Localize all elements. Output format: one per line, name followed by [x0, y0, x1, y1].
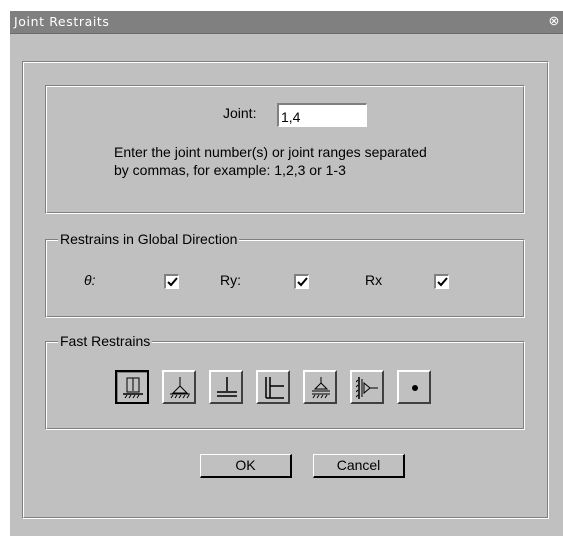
roller-support-button[interactable] [303, 370, 337, 404]
restraints-group [45, 239, 525, 318]
restraint-checkbox-theta[interactable] [164, 274, 179, 289]
checkmark-icon [167, 277, 178, 287]
fixed-base-icon [217, 377, 237, 397]
horizontal-roller-button[interactable] [350, 370, 384, 404]
joint-help-line1: Enter the joint number(s) or joint range… [114, 144, 427, 160]
ok-button[interactable]: OK [200, 454, 292, 478]
dialog-body: Joint: Enter the joint number(s) or join… [10, 34, 563, 536]
fixed-wall-icon [265, 377, 284, 399]
checkmark-icon [297, 277, 308, 287]
free-joint-icon [412, 385, 418, 391]
window-title: Joint Restraits [14, 14, 110, 29]
restraint-checkbox-ry[interactable] [294, 274, 309, 289]
restraint-label-rx: Rx [365, 272, 383, 288]
joint-restraints-dialog: Joint Restraits ⊗ Joint: Enter the joint… [8, 11, 563, 536]
free-joint-button[interactable] [397, 370, 431, 404]
joint-input[interactable] [277, 103, 367, 127]
horizontal-roller-icon [356, 377, 378, 399]
fixed-support-icon [123, 377, 143, 399]
cancel-button[interactable]: Cancel [313, 454, 405, 478]
fast-restrains-group-title: Fast Restrains [58, 333, 153, 349]
close-icon[interactable]: ⊗ [547, 14, 561, 28]
checkmark-icon [437, 277, 448, 287]
joint-help-line2: by commas, for example: 1,2,3 or 1-3 [114, 162, 346, 178]
fixed-base-button[interactable] [209, 370, 243, 404]
restraint-label-ry: Ry: [220, 272, 241, 288]
roller-support-icon [312, 377, 330, 399]
joint-label: Joint: [223, 105, 257, 121]
fixed-support-button[interactable] [115, 370, 149, 404]
restraints-group-title: Restrains in Global Direction [58, 231, 240, 247]
title-bar[interactable]: Joint Restraits ⊗ [10, 11, 563, 34]
pin-support-button[interactable] [162, 370, 196, 404]
pin-support-icon [170, 377, 190, 399]
restraint-checkbox-rx[interactable] [434, 274, 449, 289]
restraint-label-theta: θ: [84, 272, 96, 288]
fixed-wall-button[interactable] [256, 370, 290, 404]
